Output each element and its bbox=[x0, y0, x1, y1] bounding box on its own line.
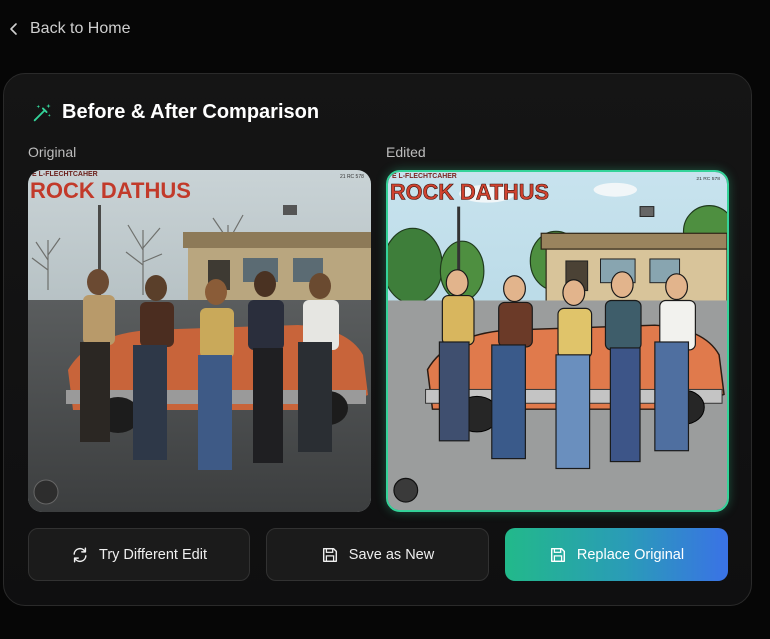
save-icon bbox=[550, 547, 565, 562]
album-title-text: ROCK DATHUS bbox=[30, 178, 191, 203]
refresh-icon bbox=[73, 547, 87, 562]
edited-image: E L-FLECHTCAHER 21 RC 578 ROCK DATHUS bbox=[386, 170, 729, 512]
try-different-edit-button[interactable]: Try Different Edit bbox=[28, 528, 250, 581]
edited-label: Edited bbox=[386, 144, 426, 160]
edited-album-code-text: 21 RC 578 bbox=[696, 176, 720, 182]
comparison-card: Before & After Comparison Original Edite… bbox=[3, 73, 752, 606]
try-different-edit-label: Try Different Edit bbox=[99, 546, 207, 563]
original-image: E L-FLECHTCAHER 21 RC 578 ROCK DATHUS bbox=[28, 170, 371, 512]
save-icon bbox=[322, 547, 337, 562]
original-label: Original bbox=[28, 144, 77, 160]
album-code-text: 21 RC 578 bbox=[340, 174, 364, 180]
save-as-new-button[interactable]: Save as New bbox=[266, 528, 489, 581]
page-title: Before & After Comparison bbox=[62, 101, 320, 123]
back-to-home-link[interactable]: Back to Home bbox=[6, 20, 130, 38]
edited-album-title-text: ROCK DATHUS bbox=[390, 180, 549, 205]
replace-original-button[interactable]: Replace Original bbox=[505, 528, 728, 581]
save-as-new-label: Save as New bbox=[348, 546, 435, 563]
album-header-text: E L-FLECHTCAHER bbox=[32, 171, 98, 178]
back-label: Back to Home bbox=[30, 20, 131, 37]
replace-original-label: Replace Original bbox=[576, 546, 685, 563]
card-heading: Before & After Comparison bbox=[31, 101, 319, 124]
chevron-left-icon bbox=[10, 23, 17, 35]
magic-wand-icon bbox=[33, 103, 51, 121]
